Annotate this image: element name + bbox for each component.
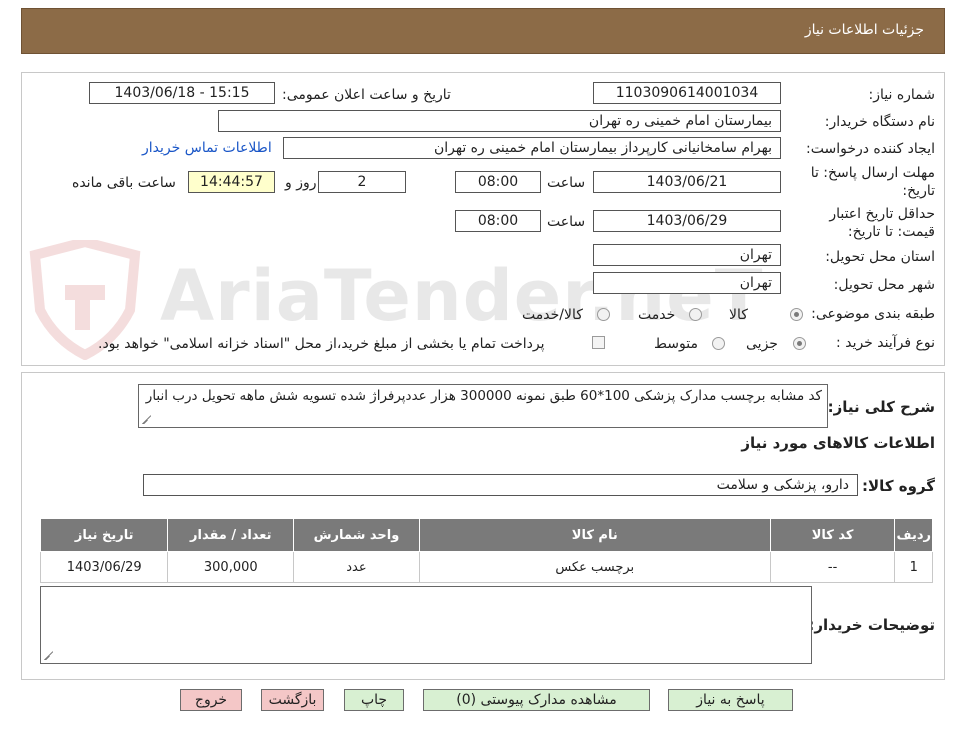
need-number-label: شماره نیاز: [868,87,936,103]
goods-group-label: گروه کالا: [862,477,935,495]
treasury-payment-checkbox[interactable] [592,336,605,349]
creator-label: ایجاد کننده درخواست: [806,141,935,157]
summary-text: کد مشابه برچسب مدارک پزشکی 100*60 طبق نم… [145,388,822,404]
validity-time-label: ساعت [547,214,586,230]
province-label: استان محل تحویل: [825,249,935,265]
price-validity-label: حداقل تاریخ اعتبار قیمت: تا تاریخ: [829,206,935,240]
resize-grip-icon[interactable] [142,415,151,424]
category-goods-label: کالا [729,307,748,323]
category-goods-radio[interactable] [790,308,803,321]
summary-label: شرح کلی نیاز: [827,398,935,416]
view-attachments-button[interactable]: مشاهده مدارک پیوستی (0) [423,689,650,711]
category-service-label: خدمت [638,307,676,323]
col-row: ردیف [894,518,933,552]
deadline-date-field: 1403/06/21 [593,171,781,193]
col-quantity: تعداد / مقدار [167,518,295,552]
reply-button[interactable]: پاسخ به نیاز [668,689,793,711]
page-title: جزئیات اطلاعات نیاز [804,22,924,38]
buyer-org-field: بیمارستان امام خمینی ره تهران [218,110,781,132]
cell-unit: عدد [293,551,420,583]
buyer-notes-textarea[interactable] [40,586,812,664]
buyer-org-label: نام دستگاه خریدار: [824,114,935,130]
buyer-notes-label: توضیحات خریدار: [808,616,935,634]
col-code: کد کالا [769,518,896,552]
buyer-contact-link[interactable]: اطلاعات تماس خریدار [142,140,272,156]
exit-button[interactable]: خروج [180,689,242,711]
category-goods-service-label: کالا/خدمت [522,307,583,323]
deadline-time-field: 08:00 [455,171,541,193]
watermark: AriaTender.neT [20,236,762,361]
remaining-time-label: ساعت باقی مانده [72,175,176,191]
deadline-time-label: ساعت [547,175,586,191]
creator-field: بهرام سامخانیانی کارپرداز بیمارستان امام… [283,137,781,159]
remaining-days-field: 2 [318,171,406,193]
table-row[interactable]: 1 -- برچسب عکس عدد 300,000 1403/06/29 [39,551,933,583]
deadline-label: مهلت ارسال پاسخ: تا تاریخ: [810,165,935,199]
process-minor-radio[interactable] [793,337,806,350]
category-goods-service-radio[interactable] [597,308,610,321]
goods-info-title: اطلاعات کالاهای مورد نیاز [741,434,935,452]
validity-time-field: 08:00 [455,210,541,232]
process-type-label: نوع فرآیند خرید : [836,335,935,351]
summary-textarea[interactable]: کد مشابه برچسب مدارک پزشکی 100*60 طبق نم… [138,384,828,428]
col-name: نام کالا [418,518,771,552]
days-label: روز و [285,175,317,191]
remaining-time-field: 14:44:57 [188,171,275,193]
city-field: تهران [593,272,781,294]
page-header: جزئیات اطلاعات نیاز [21,8,945,54]
cell-code: -- [769,551,896,583]
back-button[interactable]: بازگشت [261,689,324,711]
cell-row: 1 [894,551,933,583]
province-field: تهران [593,244,781,266]
items-table: ردیف کد کالا نام کالا واحد شمارش تعداد /… [39,518,933,583]
items-table-header-row: ردیف کد کالا نام کالا واحد شمارش تعداد /… [39,518,933,552]
validity-date-field: 1403/06/29 [593,210,781,232]
watermark-text: AriaTender.neT [160,255,764,337]
goods-group-field: دارو، پزشکی و سلامت [143,474,858,496]
col-unit: واحد شمارش [293,518,420,552]
process-medium-radio[interactable] [712,337,725,350]
treasury-payment-note: پرداخت تمام یا بخشی از مبلغ خرید،از محل … [98,336,545,352]
city-label: شهر محل تحویل: [833,277,935,293]
print-button[interactable]: چاپ [344,689,404,711]
cell-quantity: 300,000 [167,551,295,583]
col-need-date: تاریخ نیاز [39,518,169,552]
process-medium-label: متوسط [654,336,698,352]
resize-grip-icon[interactable] [44,651,53,660]
process-minor-label: جزیی [746,336,778,352]
announce-datetime-field: 1403/06/18 - 15:15 [89,82,275,104]
cell-need-date: 1403/06/29 [39,551,169,583]
category-label: طبقه بندی موضوعی: [811,306,935,322]
category-service-radio[interactable] [689,308,702,321]
announce-datetime-label: تاریخ و ساعت اعلان عمومی: [282,87,451,103]
cell-name: برچسب عکس [418,551,771,583]
need-number-field: 1103090614001034 [593,82,781,104]
